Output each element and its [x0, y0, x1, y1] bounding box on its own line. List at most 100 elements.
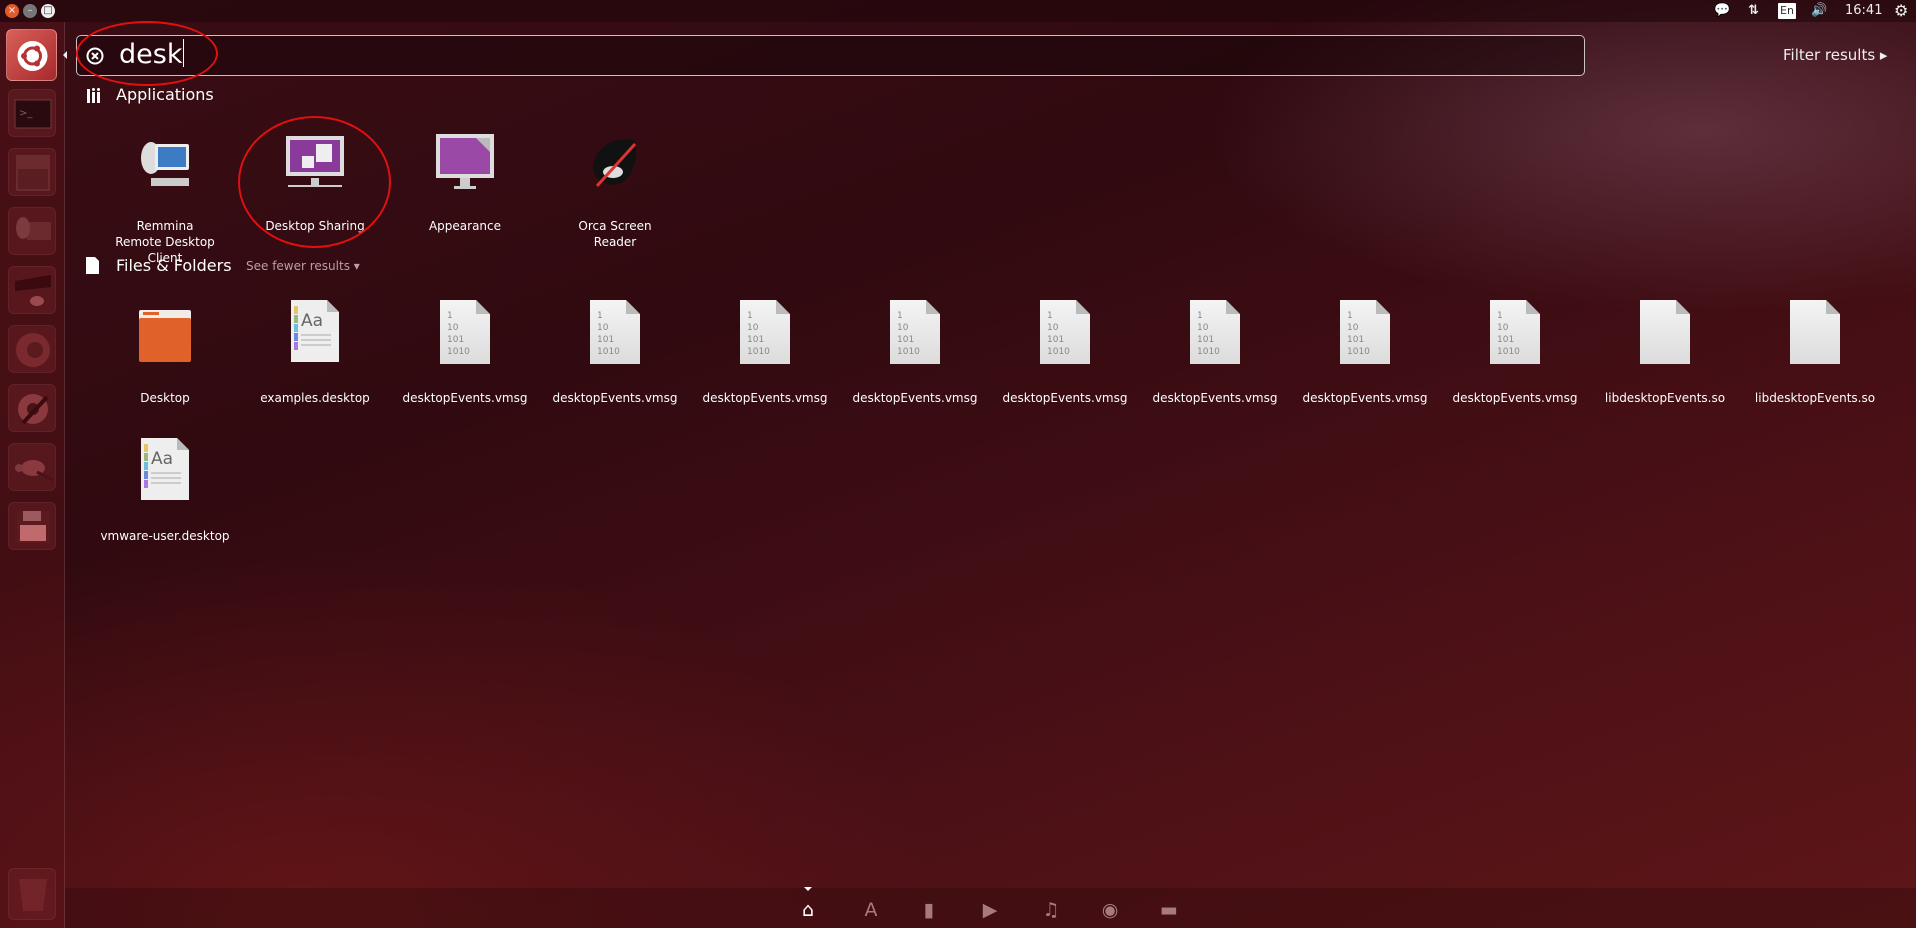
lens-files-icon[interactable]: ▮: [919, 900, 939, 920]
orca-icon: [540, 124, 690, 194]
binary-glyph: 101: [597, 335, 615, 345]
binary-glyph: 1010: [1497, 347, 1520, 357]
file-label: vmware-user.desktop: [100, 529, 230, 543]
file-result[interactable]: libdesktopEvents.so: [1740, 294, 1890, 406]
file-result[interactable]: 1 10 101 1010 desktopEvents.vmsg: [540, 294, 690, 406]
binary-glyph: 101: [897, 335, 915, 345]
binary-file-icon: 1 10 101 1010: [590, 300, 640, 364]
file-result[interactable]: 1 10 101 1010 desktopEvents.vmsg: [1140, 294, 1290, 406]
binary-file-icon: 1 10 101 1010: [1490, 300, 1540, 364]
launcher-files[interactable]: [8, 148, 56, 196]
search-input[interactable]: desk: [119, 39, 185, 70]
file-result[interactable]: libdesktopEvents.so: [1590, 294, 1740, 406]
binary-file-icon: 1 10 101 1010: [890, 300, 940, 364]
files-folders-header: Files & Folders: [116, 256, 232, 275]
applications-header: Applications: [116, 85, 214, 104]
binary-glyph: 10: [1047, 323, 1059, 333]
file-cabinet-icon: [16, 155, 50, 191]
text-file-icon: Aa: [141, 438, 189, 500]
binary-file-icon: 1 10 101 1010: [1190, 300, 1240, 364]
lens-music-icon[interactable]: ♫: [1041, 900, 1061, 920]
text-file-icon: Aa: [291, 300, 339, 362]
launcher-terminal[interactable]: >_: [8, 89, 56, 137]
desktop-sharing-icon: [240, 124, 390, 194]
binary-glyph: 10: [1347, 323, 1359, 333]
file-label: libdesktopEvents.so: [1754, 391, 1876, 405]
network-icon[interactable]: ⇅: [1748, 2, 1759, 20]
binary-glyph: 1010: [1197, 347, 1220, 357]
firefox-icon: [16, 333, 50, 367]
maximize-window-button[interactable]: □: [41, 4, 55, 18]
binary-glyph: 101: [1197, 335, 1215, 345]
file-result[interactable]: 1 10 101 1010 desktopEvents.vmsg: [990, 294, 1140, 406]
file-result[interactable]: 1 10 101 1010 desktopEvents.vmsg: [690, 294, 840, 406]
launcher-impress[interactable]: [8, 266, 56, 314]
clock[interactable]: 16:41: [1845, 2, 1882, 20]
power-gear-icon[interactable]: ⚙: [1894, 2, 1908, 20]
launcher-firefox[interactable]: [8, 325, 56, 373]
launcher-trash[interactable]: [8, 868, 56, 920]
app-result-remmina[interactable]: Remmina Remote Desktop Client: [90, 124, 240, 266]
file-label: examples.desktop: [260, 391, 370, 405]
file-result[interactable]: Aa vmware-user.desktop: [90, 432, 240, 544]
svg-text:Aa: Aa: [151, 449, 173, 469]
binary-glyph: 1010: [897, 347, 920, 357]
blank-file-icon: [1640, 300, 1690, 364]
app-result-appearance[interactable]: Appearance: [390, 124, 540, 234]
see-fewer-results-link[interactable]: See fewer results ▾: [246, 259, 360, 273]
binary-glyph: 10: [1497, 323, 1509, 333]
chat-icon[interactable]: 💬: [1714, 2, 1730, 20]
file-result[interactable]: 1 10 101 1010 desktopEvents.vmsg: [390, 294, 540, 406]
active-indicator-icon: [59, 51, 67, 59]
minimize-window-button[interactable]: –: [23, 4, 37, 18]
launcher-remmina[interactable]: [8, 207, 56, 255]
lens-video-icon[interactable]: ▶: [980, 900, 1000, 920]
lens-social-icon[interactable]: ▬: [1159, 900, 1179, 920]
file-result[interactable]: Desktop: [90, 294, 240, 406]
text-caret: [183, 39, 185, 67]
blank-file-icon: [1790, 300, 1840, 364]
file-label: desktopEvents.vmsg: [702, 391, 828, 405]
file-result[interactable]: 1 10 101 1010 desktopEvents.vmsg: [1440, 294, 1590, 406]
binary-glyph: 101: [1047, 335, 1065, 345]
binary-glyph: 1010: [597, 347, 620, 357]
app-label: Appearance: [428, 219, 502, 233]
settings-icon: [18, 394, 49, 425]
terminal-icon: >_: [14, 99, 52, 129]
keyboard-layout-icon[interactable]: En: [1778, 3, 1796, 19]
folder-icon: [139, 310, 191, 362]
launcher-save[interactable]: [8, 502, 56, 550]
file-result[interactable]: Aa examples.desktop: [240, 294, 390, 406]
binary-glyph: 1010: [447, 347, 470, 357]
app-result-desktop-sharing[interactable]: Desktop Sharing: [240, 124, 390, 234]
files-category-icon: [86, 257, 99, 278]
binary-glyph: 1: [1197, 311, 1203, 321]
search-field[interactable]: desk: [76, 35, 1585, 76]
close-window-button[interactable]: ×: [5, 4, 19, 18]
binary-glyph: 1: [1347, 311, 1353, 321]
launcher-gimp[interactable]: [8, 443, 56, 491]
lens-applications-icon[interactable]: A: [861, 900, 881, 920]
floppy-disk-icon: [17, 511, 49, 543]
binary-glyph: 10: [447, 323, 459, 333]
ubuntu-logo-icon: [17, 41, 48, 71]
lens-home-icon[interactable]: ⌂: [798, 900, 818, 920]
binary-glyph: 10: [597, 323, 609, 333]
lens-photos-icon[interactable]: ◉: [1100, 900, 1120, 920]
binary-glyph: 1: [897, 311, 903, 321]
volume-icon[interactable]: 🔊: [1811, 2, 1827, 20]
appearance-icon: [390, 124, 540, 194]
binary-glyph: 1010: [1347, 347, 1370, 357]
file-label: desktopEvents.vmsg: [1002, 391, 1128, 405]
binary-glyph: 1: [747, 311, 753, 321]
binary-glyph: 1010: [1047, 347, 1070, 357]
file-result[interactable]: 1 10 101 1010 desktopEvents.vmsg: [1290, 294, 1440, 406]
ubuntu-dash-button[interactable]: [6, 29, 57, 81]
launcher-system-settings[interactable]: [8, 384, 56, 432]
filter-results-button[interactable]: Filter results ▸: [1783, 46, 1887, 64]
trash-icon: [19, 879, 47, 911]
app-result-orca[interactable]: Orca Screen Reader: [540, 124, 690, 250]
file-result[interactable]: 1 10 101 1010 desktopEvents.vmsg: [840, 294, 990, 406]
clear-search-icon[interactable]: [86, 47, 104, 65]
file-label: desktopEvents.vmsg: [1152, 391, 1278, 405]
